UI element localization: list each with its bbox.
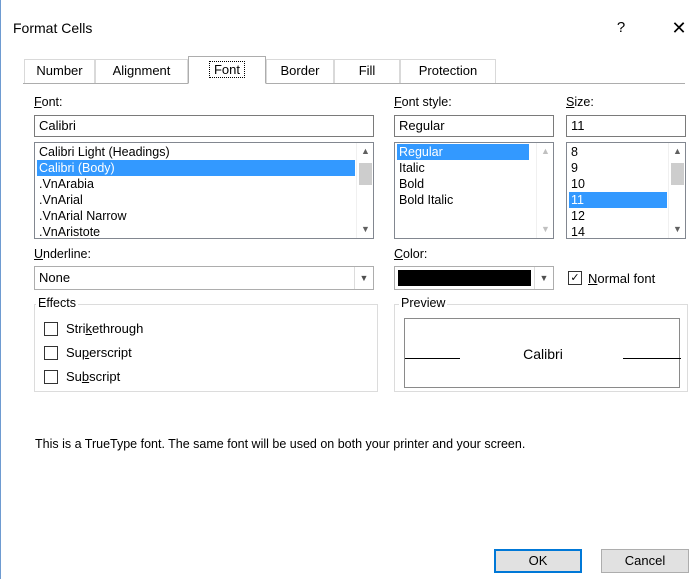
font-style-value: Regular xyxy=(399,118,445,133)
checkmark-icon: ✓ xyxy=(570,272,580,284)
strikethrough-checkbox[interactable] xyxy=(44,322,58,336)
font-name-input[interactable]: Calibri xyxy=(34,115,374,137)
cancel-button[interactable]: Cancel xyxy=(601,549,689,573)
tab-alignment[interactable]: Alignment xyxy=(95,59,188,83)
help-button[interactable]: ? xyxy=(607,16,635,40)
tab-protection[interactable]: Protection xyxy=(400,59,496,83)
tab-label: Font xyxy=(208,61,245,78)
preview-baseline-right xyxy=(623,358,681,359)
chevron-down-icon[interactable]: ▼ xyxy=(354,267,373,289)
font-scrollbar[interactable]: ▲ ▼ xyxy=(356,143,373,238)
preview-sample-text: Calibri xyxy=(523,346,563,362)
list-item[interactable]: 9 xyxy=(569,160,667,176)
size-input[interactable]: 11 xyxy=(566,115,686,137)
close-button[interactable]: ✕ xyxy=(665,16,693,40)
subscript-checkbox[interactable] xyxy=(44,370,58,384)
underline-value: None xyxy=(39,270,71,285)
list-item[interactable]: Bold xyxy=(397,176,535,192)
font-style-label: Font style: xyxy=(394,95,452,109)
size-scrollbar[interactable]: ▲ ▼ xyxy=(668,143,685,238)
list-item[interactable]: .VnAristote xyxy=(37,224,355,238)
title-bar: Format Cells ? ✕ xyxy=(1,0,698,46)
tab-label: Alignment xyxy=(112,63,171,78)
list-item-selected[interactable]: 11 xyxy=(569,192,667,208)
normal-font-label[interactable]: Normal font xyxy=(588,271,655,286)
size-label: Size: xyxy=(566,95,594,109)
tab-number[interactable]: Number xyxy=(24,59,95,83)
underline-dropdown[interactable]: None ▼ xyxy=(34,266,374,290)
chevron-down-icon[interactable]: ▼ xyxy=(534,267,553,289)
list-item[interactable]: .VnArial Narrow xyxy=(37,208,355,224)
font-label: Font: xyxy=(34,95,63,109)
color-label: Color: xyxy=(394,247,428,261)
list-item[interactable]: 14 xyxy=(569,224,667,238)
underline-label: Underline: xyxy=(34,247,91,261)
list-item[interactable]: 8 xyxy=(569,144,667,160)
preview-box: Calibri xyxy=(404,318,681,388)
scroll-thumb[interactable] xyxy=(359,163,372,185)
list-item[interactable]: 10 xyxy=(569,176,667,192)
normal-font-checkbox[interactable]: ✓ xyxy=(568,271,582,285)
tab-label: Number xyxy=(36,63,83,78)
font-info-text: This is a TrueType font. The same font w… xyxy=(35,437,526,451)
color-dropdown[interactable]: ▼ xyxy=(394,266,554,290)
effects-title: Effects xyxy=(36,296,78,310)
superscript-label[interactable]: Superscript xyxy=(66,345,132,360)
chevron-down-icon[interactable]: ▼ xyxy=(669,221,685,238)
ok-button[interactable]: OK xyxy=(494,549,582,573)
tab-label: Border xyxy=(280,63,320,78)
list-item[interactable]: Bold Italic xyxy=(397,192,535,208)
font-style-listbox[interactable]: Regular Italic Bold Bold Italic ▲ ▼ xyxy=(394,142,554,239)
subscript-label[interactable]: Subscript xyxy=(66,369,120,384)
superscript-checkbox[interactable] xyxy=(44,346,58,360)
tab-fill[interactable]: Fill xyxy=(334,59,400,83)
font-listbox[interactable]: Calibri Light (Headings) Calibri (Body) … xyxy=(34,142,374,239)
chevron-down-icon[interactable]: ▼ xyxy=(537,221,553,238)
scroll-thumb[interactable] xyxy=(671,163,684,185)
tab-font[interactable]: Font xyxy=(188,56,266,84)
list-item[interactable]: .VnArabia xyxy=(37,176,355,192)
font-style-scrollbar[interactable]: ▲ ▼ xyxy=(536,143,553,238)
list-item[interactable]: 12 xyxy=(569,208,667,224)
font-style-input[interactable]: Regular xyxy=(394,115,554,137)
list-item[interactable]: Calibri Light (Headings) xyxy=(37,144,355,160)
color-swatch xyxy=(398,270,531,286)
size-listbox[interactable]: 8 9 10 11 12 14 ▲ ▼ xyxy=(566,142,686,239)
preview-title: Preview xyxy=(399,296,448,310)
tab-border[interactable]: Border xyxy=(266,59,334,83)
close-icon: ✕ xyxy=(671,18,687,38)
chevron-up-icon[interactable]: ▲ xyxy=(357,143,373,160)
chevron-up-icon[interactable]: ▲ xyxy=(669,143,685,160)
chevron-down-icon[interactable]: ▼ xyxy=(357,221,373,238)
font-name-value: Calibri xyxy=(39,118,76,133)
help-icon: ? xyxy=(616,19,626,36)
format-cells-dialog: Format Cells ? ✕ Number Alignment Font B… xyxy=(0,0,698,579)
chevron-up-icon[interactable]: ▲ xyxy=(537,143,553,160)
list-item[interactable]: Italic xyxy=(397,160,535,176)
list-item-selected[interactable]: Regular xyxy=(397,144,529,160)
strikethrough-label[interactable]: Strikethrough xyxy=(66,321,143,336)
size-value: 11 xyxy=(571,118,585,133)
tab-label: Protection xyxy=(418,63,478,78)
list-item[interactable]: .VnArial xyxy=(37,192,355,208)
tab-label: Fill xyxy=(358,63,376,78)
list-item-selected[interactable]: Calibri (Body) xyxy=(37,160,355,176)
dialog-title: Format Cells xyxy=(13,20,93,36)
